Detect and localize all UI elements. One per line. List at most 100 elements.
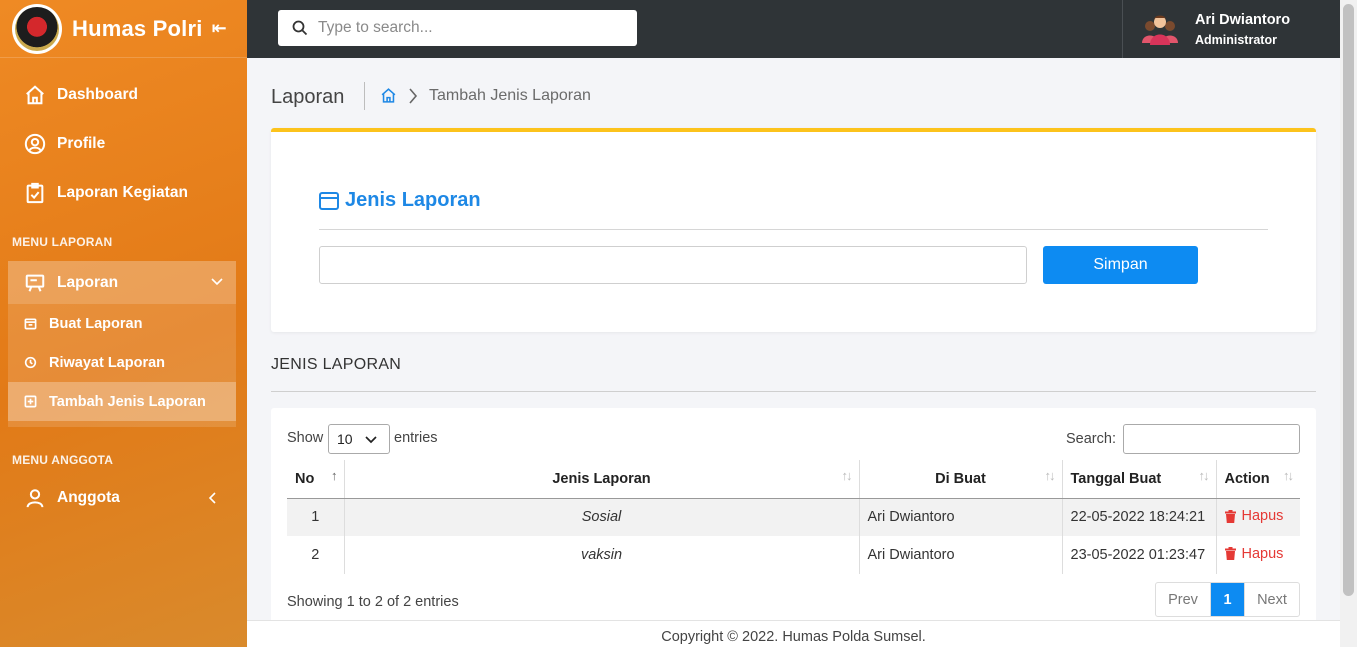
sidebar-item-label: Dashboard xyxy=(57,85,138,103)
column-label: Tanggal Buat xyxy=(1070,470,1162,487)
jenis-laporan-table-card: Show 10 entries Search: No ↑ Jenis Lapora… xyxy=(271,408,1316,623)
table-search-label: Search: xyxy=(1066,431,1116,447)
delete-label: Hapus xyxy=(1241,508,1284,524)
section-menu-laporan: MENU LAPORAN xyxy=(12,235,113,249)
window-icon xyxy=(319,191,339,210)
collapse-left-icon[interactable]: ⇤ xyxy=(212,18,227,39)
page-scrollbar[interactable] xyxy=(1340,0,1357,647)
sidebar-item-label: Riwayat Laporan xyxy=(49,354,166,371)
cell-tanggal: 22-05-2022 18:24:21 xyxy=(1061,498,1216,536)
chevron-down-icon xyxy=(211,278,223,286)
entries-label: entries xyxy=(394,430,438,446)
sidebar-item-tambah-jenis-laporan[interactable]: Tambah Jenis Laporan xyxy=(8,382,236,421)
page-1-button[interactable]: 1 xyxy=(1211,583,1244,616)
column-header-tanggal-buat[interactable]: Tanggal Buat ↑↓ xyxy=(1061,460,1216,499)
card-title: Jenis Laporan xyxy=(319,189,481,212)
cell-no: 1 xyxy=(287,498,344,536)
cell-dibuat: Ari Dwiantoro xyxy=(858,498,1062,536)
home-icon[interactable] xyxy=(380,87,397,104)
trash-icon xyxy=(1224,547,1236,561)
sidebar-item-anggota[interactable]: Anggota xyxy=(0,479,247,517)
brand: Humas Polri ⇤ xyxy=(0,0,247,58)
pagination: Prev 1 Next xyxy=(1155,582,1300,617)
calendar-icon xyxy=(24,318,37,330)
cell-action: Hapus xyxy=(1215,498,1300,536)
page-length-select[interactable]: 10 xyxy=(328,424,390,454)
delete-button[interactable]: Hapus xyxy=(1217,545,1284,562)
sidebar-item-label: Laporan xyxy=(57,273,119,291)
chevron-down-icon xyxy=(365,436,377,444)
scroll-thumb[interactable] xyxy=(1343,4,1354,596)
column-label: Action xyxy=(1224,470,1270,487)
sort-icon: ↑↓ xyxy=(1283,468,1294,483)
cell-jenis: vaksin xyxy=(343,536,859,574)
column-header-jenis-laporan[interactable]: Jenis Laporan ↑↓ xyxy=(343,460,859,499)
sidebar: Humas Polri ⇤ Dashboard Profile Laporan … xyxy=(0,0,247,647)
cell-jenis: Sosial xyxy=(343,498,859,536)
footer: Copyright © 2022. Humas Polda Sumsel. xyxy=(247,620,1340,647)
sort-icon: ↑↓ xyxy=(841,468,853,483)
sort-asc-icon: ↑ xyxy=(331,468,337,483)
sidebar-item-laporan-kegiatan[interactable]: Laporan Kegiatan xyxy=(0,168,247,217)
table-info: Showing 1 to 2 of 2 entries xyxy=(287,594,459,610)
column-header-action[interactable]: Action ↑↓ xyxy=(1215,460,1300,499)
prev-page-button[interactable]: Prev xyxy=(1156,583,1211,616)
jenis-laporan-form-card: Jenis Laporan Simpan xyxy=(271,128,1316,332)
global-search[interactable] xyxy=(278,10,637,46)
user-role: Administrator xyxy=(1195,32,1277,47)
card-title-text: Jenis Laporan xyxy=(345,189,481,211)
cell-tanggal: 23-05-2022 01:23:47 xyxy=(1061,536,1216,574)
page-length-value: 10 xyxy=(337,431,353,447)
column-label: No xyxy=(295,470,315,487)
list-heading: JENIS LAPORAN xyxy=(271,356,402,373)
breadcrumb-current: Tambah Jenis Laporan xyxy=(429,87,591,104)
show-label: Show xyxy=(287,430,324,446)
sidebar-item-profile[interactable]: Profile xyxy=(0,119,247,168)
topbar: Ari Dwiantoro Administrator xyxy=(247,0,1340,58)
cell-action: Hapus xyxy=(1215,536,1300,574)
table-row: 2 vaksin Ari Dwiantoro 23-05-2022 01:23:… xyxy=(287,536,1300,574)
column-label: Di Buat xyxy=(935,470,986,487)
delete-button[interactable]: Hapus xyxy=(1217,508,1284,524)
user-name: Ari Dwiantoro xyxy=(1195,11,1291,28)
search-input[interactable] xyxy=(318,19,618,37)
jenis-laporan-table: No ↑ Jenis Laporan ↑↓ Di Buat ↑↓ Tanggal Bu… xyxy=(287,460,1300,574)
sidebar-item-label: Profile xyxy=(57,134,106,152)
cell-no: 2 xyxy=(311,547,320,563)
user-icon xyxy=(26,489,44,508)
cell-dibuat: Ari Dwiantoro xyxy=(858,536,1062,574)
save-button[interactable]: Simpan xyxy=(1043,246,1198,284)
sidebar-item-laporan[interactable]: Laporan xyxy=(8,261,236,304)
clipboard-check-icon xyxy=(26,182,44,203)
delete-label: Hapus xyxy=(1241,545,1284,562)
user-circle-icon xyxy=(24,133,46,154)
avatar xyxy=(1142,15,1178,45)
column-label: Jenis Laporan xyxy=(552,470,651,487)
breadcrumb-divider xyxy=(364,82,365,110)
sidebar-item-buat-laporan[interactable]: Buat Laporan xyxy=(8,304,236,343)
page-title: Laporan xyxy=(271,86,345,108)
add-box-icon xyxy=(24,395,37,408)
column-header-no[interactable]: No ↑ xyxy=(287,460,344,499)
sidebar-item-dashboard[interactable]: Dashboard xyxy=(0,70,247,119)
table-search-input[interactable] xyxy=(1123,424,1300,454)
brand-title: Humas Polri xyxy=(72,15,203,41)
section-menu-anggota: MENU ANGGOTA xyxy=(12,453,114,467)
police-logo xyxy=(12,3,62,54)
next-page-button[interactable]: Next xyxy=(1244,583,1299,616)
divider xyxy=(271,391,1316,392)
sidebar-item-riwayat-laporan[interactable]: Riwayat Laporan xyxy=(8,343,236,382)
column-header-di-buat[interactable]: Di Buat ↑↓ xyxy=(858,460,1062,499)
sidebar-item-label: Anggota xyxy=(57,489,120,506)
trash-icon xyxy=(1224,509,1236,523)
sort-icon: ↑↓ xyxy=(1044,468,1056,483)
sidebar-item-label: Tambah Jenis Laporan xyxy=(49,393,206,410)
user-menu[interactable]: Ari Dwiantoro Administrator xyxy=(1122,0,1340,58)
home-icon xyxy=(26,84,44,104)
sidebar-item-label: Buat Laporan xyxy=(49,315,143,332)
jenis-laporan-input[interactable] xyxy=(319,246,1027,284)
table-header-row: No ↑ Jenis Laporan ↑↓ Di Buat ↑↓ Tanggal Bu… xyxy=(287,460,1300,499)
sort-icon: ↑↓ xyxy=(1198,468,1210,483)
divider xyxy=(319,229,1268,230)
history-icon xyxy=(24,356,37,369)
